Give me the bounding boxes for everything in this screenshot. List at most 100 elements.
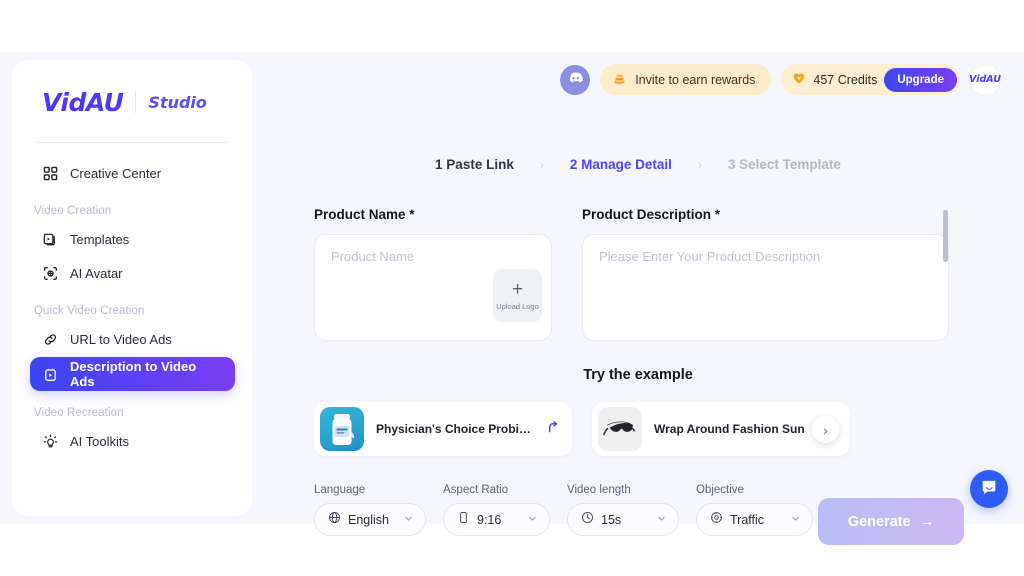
generate-button[interactable]: Generate → — [818, 498, 964, 545]
templates-icon — [42, 231, 59, 248]
chat-icon — [980, 478, 998, 501]
plus-icon: + — [511, 279, 524, 300]
example-card-title: Physician's Choice Probiot... — [376, 422, 533, 436]
invite-label: Invite to earn rewards — [635, 72, 756, 87]
sidebar-item-label: AI Avatar — [70, 265, 123, 281]
arrow-right-icon: → — [919, 513, 935, 530]
app-window: VidAU Studio Creative Center Video Creat… — [0, 52, 1024, 545]
sunglasses-image — [598, 407, 642, 451]
sidebar-item-description-to-video-ads[interactable]: Description to Video Ads — [30, 357, 235, 391]
brand-divider-vertical — [135, 91, 137, 113]
chevron-down-icon — [527, 513, 538, 527]
objective-option-group: Objective Traffic — [696, 484, 813, 536]
probiotic-bottle-image — [320, 407, 364, 451]
content-scrollbar[interactable] — [943, 207, 948, 367]
discord-button[interactable] — [560, 64, 591, 95]
product-description-label: Product Description * — [582, 207, 721, 222]
video-length-value: 15s — [601, 512, 622, 527]
form-area: Product Name * Product Name + Upload Log… — [314, 207, 964, 341]
sidebar: VidAU Studio Creative Center Video Creat… — [12, 60, 252, 516]
language-option-group: Language English — [314, 484, 426, 536]
objective-select[interactable]: Traffic — [696, 503, 813, 536]
use-example-icon[interactable] — [545, 420, 560, 439]
target-icon — [710, 511, 723, 529]
aspect-ratio-select[interactable]: 9:16 — [443, 503, 550, 536]
upgrade-button[interactable]: Upgrade — [884, 67, 957, 92]
sidebar-divider — [34, 142, 230, 143]
product-name-input[interactable]: Product Name + Upload Logo — [314, 234, 552, 341]
sidebar-item-label: AI Toolkits — [70, 433, 130, 449]
step-paste-link[interactable]: 1 Paste Link — [435, 157, 514, 172]
brand-product-label: Studio — [148, 92, 207, 112]
objective-value: Traffic — [730, 512, 765, 527]
sidebar-nav: Creative Center Video Creation Templates — [30, 157, 235, 457]
product-name-label: Product Name * — [314, 207, 415, 222]
product-description-placeholder: Please Enter Your Product Description — [599, 249, 821, 264]
sidebar-group-video-creation: Video Creation — [34, 205, 112, 217]
globe-icon — [328, 511, 341, 529]
sidebar-group-quick-video-creation: Quick Video Creation — [34, 305, 145, 317]
product-description-field-group: Product Description * Please Enter Your … — [582, 207, 949, 341]
upload-logo-button[interactable]: + Upload Logo — [493, 269, 542, 322]
product-name-placeholder: Product Name — [331, 249, 415, 264]
description-icon — [42, 366, 59, 383]
step-indicator: 1 Paste Link › 2 Manage Detail › 3 Selec… — [252, 157, 1024, 172]
clock-icon — [581, 511, 594, 529]
step-separator-icon: › — [539, 157, 544, 172]
brand: VidAU Studio — [30, 82, 234, 122]
example-card[interactable]: Physician's Choice Probiot... — [314, 402, 572, 456]
credits-label: 457 Credits — [813, 72, 878, 87]
example-card-title: Wrap Around Fashion Sun — [654, 422, 805, 436]
generation-options: Language English Aspect Ratio 9:16 Video… — [314, 484, 813, 536]
product-name-field-group: Product Name * Product Name + Upload Log… — [314, 207, 552, 341]
grid-icon — [42, 165, 59, 182]
sidebar-item-templates[interactable]: Templates — [30, 223, 234, 255]
chat-support-button[interactable] — [970, 470, 1008, 508]
product-description-input[interactable]: Please Enter Your Product Description — [582, 234, 949, 341]
chevron-down-icon — [790, 513, 801, 527]
ai-avatar-icon — [42, 265, 59, 282]
scrollbar-thumb[interactable] — [943, 210, 948, 262]
try-the-example-title: Try the example — [583, 367, 693, 383]
sidebar-item-label: URL to Video Ads — [70, 331, 172, 347]
gem-icon — [792, 71, 806, 88]
chevron-down-icon — [656, 513, 667, 527]
language-label: Language — [314, 484, 366, 496]
aspect-ratio-option-group: Aspect Ratio 9:16 — [443, 484, 550, 536]
sidebar-item-ai-toolkits[interactable]: AI Toolkits — [30, 425, 234, 457]
coins-icon — [612, 71, 627, 89]
language-value: English — [348, 512, 389, 527]
aspect-ratio-value: 9:16 — [477, 512, 502, 527]
step-manage-detail[interactable]: 2 Manage Detail — [570, 157, 672, 172]
carousel-next-button[interactable]: › — [812, 416, 839, 443]
generate-label: Generate — [847, 513, 911, 530]
sidebar-item-creative-center[interactable]: Creative Center — [30, 157, 234, 189]
vidau-logo: VidAU — [42, 87, 124, 117]
sidebar-group-video-recreation: Video Recreation — [34, 407, 124, 419]
invite-to-earn-rewards-button[interactable]: Invite to earn rewards — [600, 64, 772, 95]
video-length-label: Video length — [567, 484, 631, 496]
sidebar-item-url-to-video-ads[interactable]: URL to Video Ads — [30, 323, 234, 355]
discord-icon — [567, 69, 583, 90]
main-content: Invite to earn rewards 457 Credits Upgra… — [252, 52, 1024, 545]
lightbulb-icon — [42, 433, 59, 450]
chevron-down-icon — [403, 513, 414, 527]
avatar[interactable]: VidAU — [969, 64, 1001, 95]
aspect-ratio-label: Aspect Ratio — [443, 484, 509, 496]
sidebar-item-label: Creative Center — [70, 165, 162, 181]
language-select[interactable]: English — [314, 503, 426, 536]
video-length-select[interactable]: 15s — [567, 503, 679, 536]
video-length-option-group: Video length 15s — [567, 484, 679, 536]
sidebar-item-ai-avatar[interactable]: AI Avatar — [30, 257, 234, 289]
phone-icon — [457, 511, 470, 529]
sidebar-item-label: Description to Video Ads — [70, 359, 197, 389]
link-icon — [42, 331, 59, 348]
upload-logo-label: Upload Logo — [496, 302, 539, 311]
objective-label: Objective — [696, 484, 744, 496]
example-carousel: Physician's Choice Probiot... Wrap Aroun… — [314, 402, 850, 456]
topbar: Invite to earn rewards 457 Credits Upgra… — [560, 64, 1001, 95]
step-select-template[interactable]: 3 Select Template — [728, 157, 841, 172]
step-separator-icon: › — [697, 157, 702, 172]
sidebar-item-label: Templates — [70, 231, 130, 247]
credits-badge: 457 Credits Upgrade — [781, 64, 960, 95]
